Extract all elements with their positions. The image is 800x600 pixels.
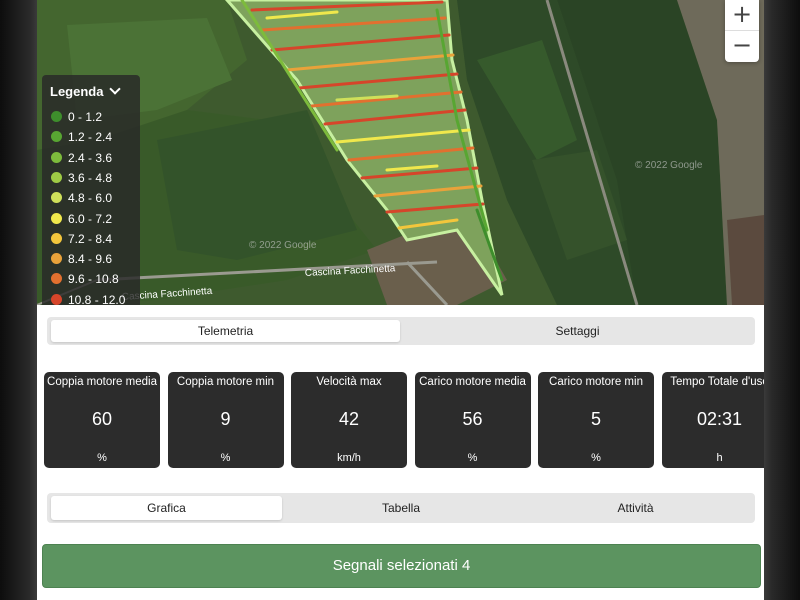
legend-item: 3.6 - 4.8 [51, 168, 112, 188]
legend-color-dot [51, 232, 62, 244]
zoom-control: + − [725, 0, 759, 62]
device-bezel-right [764, 0, 800, 600]
legend-item: 7.2 - 8.4 [51, 229, 112, 249]
metrics-cards: Coppia motore media 60% Coppia motore min 9… [44, 372, 764, 468]
legend-item: 1.2 - 2.4 [51, 127, 112, 147]
metric-label: Coppia motore min [176, 376, 275, 388]
legend-color-dot [51, 293, 62, 305]
legend-color-dot [51, 151, 62, 163]
map-legend: Legenda 0 - 1.2 1.2 - 2.4 2.4 - 3.6 3.6 - 4… [42, 75, 140, 305]
metric-label: Tempo Totale d'uso [670, 376, 764, 388]
app-screen: © 2022 Google © 2022 Google Cascina Facc… [37, 0, 764, 600]
zoom-in-button[interactable]: + [725, 0, 759, 30]
legend-range: 2.4 - 3.6 [68, 150, 113, 165]
metric-value: 9 [220, 409, 231, 429]
metric-label: Velocità max [316, 376, 382, 388]
metric-value: 02:31 [696, 409, 743, 429]
metric-value: 60 [91, 409, 113, 429]
metric-card: Coppia motore min 9% [167, 372, 284, 468]
device-bezel-left [0, 0, 37, 600]
top-tab-bar: Telemetria Settaggi [47, 317, 755, 345]
metric-value: 42 [338, 409, 360, 429]
legend-color-dot [51, 273, 62, 285]
metric-card: Tempo Totale d'uso 02:31 h [661, 372, 764, 468]
tab-grafica[interactable]: Grafica [51, 496, 282, 520]
metric-card: Coppia motore media 60% [44, 372, 160, 468]
metric-unit: % [591, 452, 601, 464]
tab-attivita[interactable]: Attività [520, 496, 751, 520]
legend-color-dot [51, 253, 62, 265]
legend-range: 1.2 - 2.4 [68, 130, 113, 145]
legend-color-dot [51, 212, 62, 224]
metric-value: 56 [462, 409, 483, 429]
metric-card: Carico motore min 5% [538, 372, 654, 468]
legend-color-dot [51, 171, 62, 183]
tab-tabella[interactable]: Tabella [286, 496, 516, 520]
metric-value: 5 [590, 409, 601, 429]
legend-item: 10.8 - 12.0 [51, 290, 125, 305]
legend-range: 3.6 - 4.8 [68, 170, 113, 185]
legend-range: 8.4 - 9.6 [68, 252, 113, 267]
svg-text:© 2022 Google: © 2022 Google [249, 240, 317, 251]
legend-color-dot [51, 111, 62, 122]
metric-unit: km/h [337, 452, 361, 464]
satellite-map[interactable]: © 2022 Google © 2022 Google Cascina Facc… [37, 0, 764, 305]
tab-telemetria[interactable]: Telemetria [51, 320, 400, 342]
legend-header[interactable]: Legenda [42, 75, 140, 99]
legend-item: 9.6 - 10.8 [51, 269, 119, 289]
bottom-tab-bar: Grafica Tabella Attività [47, 493, 755, 523]
metric-label: Carico motore min [549, 376, 643, 388]
svg-text:© 2022 Google: © 2022 Google [635, 160, 703, 171]
legend-range: 4.8 - 6.0 [68, 191, 113, 206]
metric-unit: h [716, 452, 723, 464]
zoom-out-button[interactable]: − [725, 31, 759, 61]
legend-item: 8.4 - 9.6 [51, 249, 112, 269]
legend-item: 2.4 - 3.6 [51, 148, 112, 168]
legend-item: 6.0 - 7.2 [51, 209, 112, 229]
selected-signals-button[interactable]: Segnali selezionati 4 [42, 544, 761, 588]
legend-title: Legenda [50, 84, 104, 99]
legend-range: 6.0 - 7.2 [68, 211, 113, 226]
tab-settaggi[interactable]: Settaggi [404, 320, 751, 342]
metric-unit: % [97, 452, 107, 464]
metric-unit: % [220, 452, 231, 464]
legend-item: 4.8 - 6.0 [51, 188, 112, 208]
legend-color-dot [51, 192, 62, 204]
map-imagery: © 2022 Google © 2022 Google Cascina Facc… [37, 0, 764, 305]
legend-range: 0 - 1.2 [68, 110, 103, 124]
chevron-down-icon[interactable] [109, 83, 121, 95]
legend-range: 9.6 - 10.8 [68, 272, 119, 287]
metric-card: Carico motore media 56% [414, 372, 531, 468]
metric-unit: % [467, 452, 478, 464]
metric-card: Velocità max 42 km/h [291, 372, 407, 468]
legend-item: 0 - 1.2 [51, 107, 102, 127]
metric-label: Carico motore media [419, 376, 526, 388]
legend-color-dot [51, 131, 62, 143]
metric-label: Coppia motore media [47, 376, 157, 388]
legend-range: 10.8 - 12.0 [68, 292, 126, 305]
legend-range: 7.2 - 8.4 [68, 231, 113, 246]
